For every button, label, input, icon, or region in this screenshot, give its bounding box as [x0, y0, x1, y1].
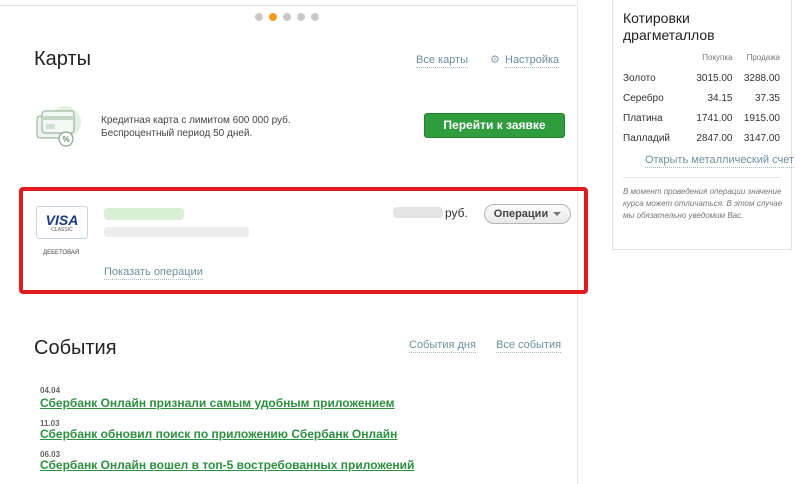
- carousel-dot-active[interactable]: [269, 13, 277, 21]
- metal-sell: 1915.00: [743, 113, 780, 124]
- metals-title: Котировки драгметаллов: [623, 10, 715, 43]
- promo-line-2: Беспроцентный период 50 дней.: [101, 128, 253, 139]
- carousel-dot[interactable]: [311, 13, 319, 21]
- metal-sell: 37.35: [754, 93, 780, 104]
- metal-name: Серебро: [623, 93, 664, 104]
- day-events-link[interactable]: События дня: [409, 339, 476, 353]
- metal-name: Палладий: [623, 133, 670, 144]
- event-link[interactable]: Сбербанк Онлайн признали самым удобным п…: [40, 396, 395, 410]
- event-link[interactable]: Сбербанк обновил поиск по приложению Сбе…: [40, 427, 397, 441]
- metal-buy: 1741.00: [696, 113, 733, 124]
- visa-card-logo[interactable]: VISA CLASSIC: [36, 206, 88, 239]
- gear-icon[interactable]: ⚙: [490, 54, 500, 67]
- show-operations-link[interactable]: Показать операции: [104, 266, 203, 280]
- promo-line-1: Кредитная карта с лимитом 600 000 руб.: [101, 115, 291, 126]
- card-number-blurred: [104, 227, 249, 237]
- visa-brand: VISA: [45, 212, 79, 228]
- metals-header-sell: Продажа: [746, 53, 780, 62]
- all-cards-link[interactable]: Все карты: [416, 54, 469, 68]
- open-metal-account-link[interactable]: Открыть металлический счет: [645, 154, 794, 168]
- card-type-label: ДЕБЕТОВАЯ: [43, 250, 80, 256]
- credit-cards-icon: %: [36, 106, 81, 147]
- carousel-dot[interactable]: [297, 13, 305, 21]
- apply-button[interactable]: Перейти к заявке: [424, 113, 565, 138]
- metal-buy: 2847.00: [696, 133, 733, 144]
- metals-note: В момент проведения операции значение ку…: [623, 187, 783, 220]
- chevron-down-icon: [553, 212, 562, 217]
- visa-sub: CLASSIC: [51, 227, 73, 233]
- table-row: Золото 3015.00 3288.00: [623, 69, 780, 89]
- event-date: 04.04: [40, 386, 61, 395]
- carousel-dots: [255, 13, 319, 21]
- operations-label: Операции: [493, 208, 549, 220]
- divider: [623, 177, 781, 178]
- table-row: Палладий 2847.00 3147.00: [623, 129, 780, 149]
- table-row: Серебро 34.15 37.35: [623, 89, 780, 109]
- operations-dropdown[interactable]: Операции: [484, 204, 571, 224]
- metal-buy: 34.15: [707, 93, 733, 104]
- svg-text:%: %: [62, 135, 69, 144]
- cards-title: Карты: [34, 48, 91, 70]
- metal-sell: 3288.00: [743, 73, 780, 84]
- event-link[interactable]: Сбербанк Онлайн вошел в топ-5 востребова…: [40, 458, 414, 472]
- settings-link[interactable]: Настройка: [505, 54, 560, 68]
- all-events-link[interactable]: Все события: [496, 339, 562, 353]
- events-title: События: [34, 337, 117, 359]
- banner-frame: [0, 0, 578, 6]
- table-row: Платина 1741.00 1915.00: [623, 109, 780, 129]
- metal-buy: 3015.00: [696, 73, 733, 84]
- card-currency: руб.: [445, 206, 468, 220]
- card-name-blurred[interactable]: [104, 208, 184, 220]
- metal-name: Золото: [623, 73, 656, 84]
- card-balance-blurred: [393, 207, 443, 218]
- carousel-dot[interactable]: [255, 13, 263, 21]
- carousel-dot[interactable]: [283, 13, 291, 21]
- metal-name: Платина: [623, 113, 663, 124]
- metal-sell: 3147.00: [743, 133, 780, 144]
- promo-text: Кредитная карта с лимитом 600 000 руб. Б…: [101, 114, 291, 140]
- metals-header-buy: Покупка: [702, 53, 733, 62]
- metals-sidebar: Котировки драгметаллов Покупка Продажа З…: [612, 0, 794, 250]
- metals-header-name: [623, 53, 685, 69]
- metals-table: Покупка Продажа Золото 3015.00 3288.00 С…: [623, 53, 780, 149]
